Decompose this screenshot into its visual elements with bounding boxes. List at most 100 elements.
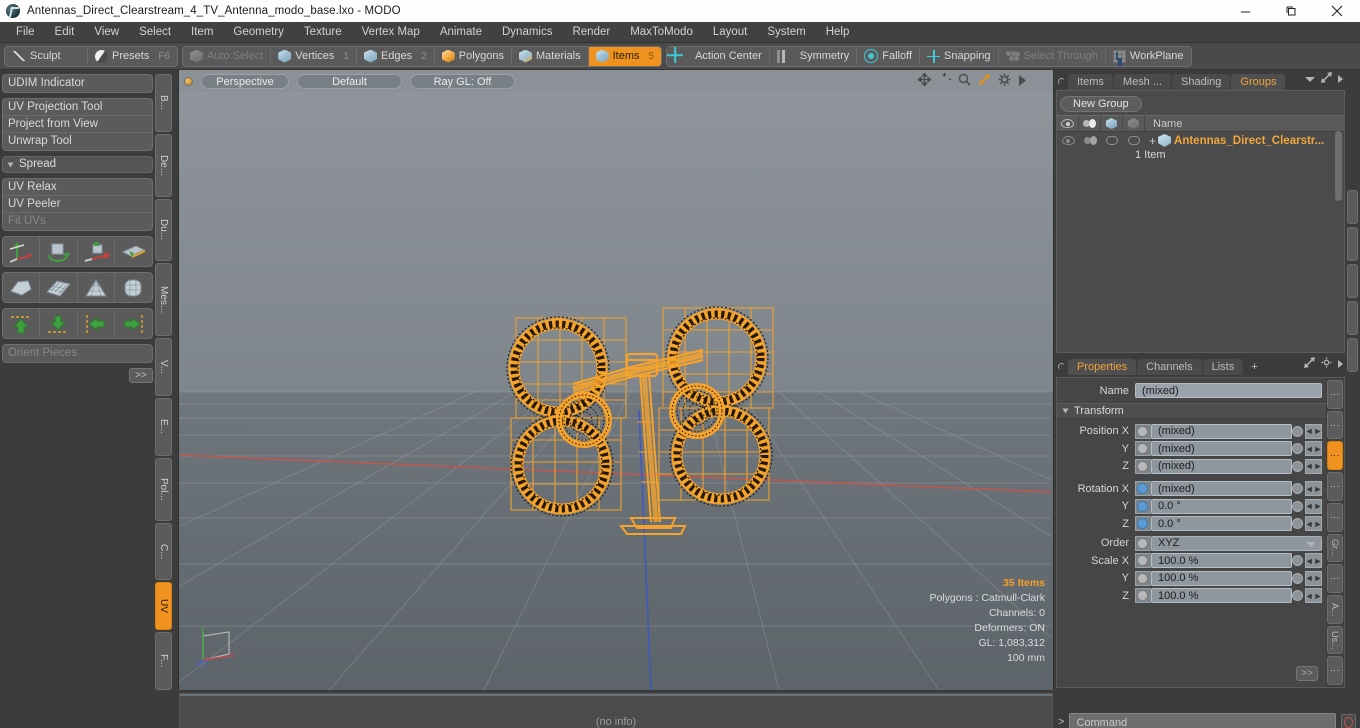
- new-group-button[interactable]: New Group: [1060, 96, 1142, 112]
- add-tab-button[interactable]: +: [1244, 359, 1264, 375]
- transform-section-header[interactable]: Transform: [1057, 402, 1326, 419]
- viewport-shading-mode[interactable]: Default: [297, 73, 402, 89]
- prop-tab-3-active[interactable]: ⋮: [1327, 441, 1343, 471]
- uv-flip-icon[interactable]: [115, 237, 152, 266]
- tab-properties[interactable]: Properties: [1068, 359, 1137, 375]
- scale-x-channel-toggle[interactable]: [1135, 553, 1151, 569]
- chevron-right-icon[interactable]: [1338, 75, 1343, 83]
- sidebar-tab-fur[interactable]: F...: [155, 632, 172, 690]
- position-y-knob[interactable]: [1292, 443, 1303, 455]
- menu-system[interactable]: System: [757, 22, 815, 43]
- rotation-y-knob[interactable]: [1292, 500, 1303, 512]
- polygons-button[interactable]: Polygons: [435, 46, 512, 66]
- align-up-icon[interactable]: [3, 309, 41, 338]
- chevron-right-icon[interactable]: [1338, 360, 1343, 368]
- auto-select-button[interactable]: Auto Select: [183, 46, 272, 66]
- viewport-raygl-toggle[interactable]: Ray GL: Off: [410, 73, 515, 89]
- position-y-input[interactable]: (mixed): [1151, 441, 1292, 457]
- position-y-stepper[interactable]: ◄►: [1305, 441, 1322, 457]
- menu-vertex-map[interactable]: Vertex Map: [352, 22, 430, 43]
- uv-move-icon[interactable]: [3, 237, 41, 266]
- scale-z-stepper[interactable]: ◄►: [1305, 588, 1322, 604]
- order-select[interactable]: XYZ: [1151, 535, 1322, 551]
- name-input[interactable]: (mixed): [1135, 383, 1322, 399]
- uv-scale-icon[interactable]: [78, 237, 115, 266]
- minimize-icon[interactable]: [1222, 0, 1268, 22]
- menu-animate[interactable]: Animate: [430, 22, 492, 43]
- right-edge-tab-5[interactable]: [1347, 338, 1358, 372]
- items-button[interactable]: Items 5: [588, 46, 662, 66]
- menu-texture[interactable]: Texture: [294, 22, 352, 43]
- tab-mesh[interactable]: Mesh ...: [1113, 74, 1172, 90]
- sidebar-tab-basic[interactable]: B...: [155, 74, 172, 132]
- prop-tab-4[interactable]: ⋮: [1327, 472, 1343, 501]
- position-x-channel-toggle[interactable]: [1135, 423, 1151, 439]
- pan-icon[interactable]: [916, 71, 933, 91]
- select-through-button[interactable]: Select Through: [999, 46, 1106, 66]
- expand-panel-icon[interactable]: [1321, 70, 1332, 88]
- order-channel-toggle[interactable]: [1135, 535, 1151, 551]
- gear-icon[interactable]: [998, 73, 1011, 91]
- menu-layout[interactable]: Layout: [703, 22, 758, 43]
- scale-y-knob[interactable]: [1292, 572, 1303, 584]
- scale-x-knob[interactable]: [1292, 555, 1303, 567]
- menu-item[interactable]: Item: [181, 22, 223, 43]
- right-edge-tab-1[interactable]: [1347, 190, 1358, 224]
- panel-menu-icon[interactable]: [1058, 363, 1065, 370]
- left-panel-more-button[interactable]: >>: [129, 368, 153, 383]
- prop-tab-assembly[interactable]: A...: [1327, 594, 1343, 624]
- position-z-channel-toggle[interactable]: [1135, 458, 1151, 474]
- zoom-icon[interactable]: [958, 73, 971, 91]
- scale-y-channel-toggle[interactable]: [1135, 570, 1151, 586]
- symmetry-button[interactable]: Symmetry: [770, 46, 858, 66]
- row-render-toggle[interactable]: [1079, 132, 1101, 149]
- panel-menu-icon[interactable]: [1058, 78, 1065, 85]
- sidebar-tab-duplicate[interactable]: Du...: [155, 198, 172, 262]
- tab-lists[interactable]: Lists: [1202, 359, 1244, 375]
- gear-icon[interactable]: [1321, 355, 1332, 373]
- rotation-y-channel-toggle[interactable]: [1135, 498, 1151, 514]
- spread-section-header[interactable]: Spread: [2, 156, 153, 173]
- presets-button[interactable]: Presets F6: [88, 47, 177, 66]
- position-z-stepper[interactable]: ◄►: [1305, 458, 1322, 474]
- prop-tab-2[interactable]: ⋮: [1327, 410, 1343, 440]
- prop-tab-7[interactable]: ⋮: [1327, 564, 1343, 593]
- rotation-x-stepper[interactable]: ◄►: [1305, 481, 1322, 497]
- position-x-input[interactable]: (mixed): [1151, 423, 1292, 439]
- row-lock-toggle[interactable]: [1101, 132, 1123, 149]
- unwrap-tool-row[interactable]: Unwrap Tool: [3, 133, 152, 150]
- close-icon[interactable]: [1314, 0, 1360, 22]
- viewport-view-mode[interactable]: Perspective: [201, 73, 289, 89]
- scale-x-stepper[interactable]: ◄►: [1305, 553, 1322, 569]
- uv-sphere-icon[interactable]: [115, 273, 152, 302]
- sidebar-tab-deform[interactable]: De...: [155, 133, 172, 197]
- align-down-icon[interactable]: [40, 309, 78, 338]
- record-icon[interactable]: [1341, 713, 1356, 728]
- scale-x-input[interactable]: 100.0 %: [1151, 553, 1292, 569]
- position-z-input[interactable]: (mixed): [1151, 458, 1292, 474]
- chevron-down-icon[interactable]: [1305, 76, 1315, 82]
- align-right-icon[interactable]: [115, 309, 152, 338]
- snapping-button[interactable]: Snapping: [920, 46, 999, 66]
- sculpt-button[interactable]: Sculpt: [5, 46, 89, 66]
- scale-z-knob[interactable]: [1292, 590, 1303, 602]
- tab-channels[interactable]: Channels: [1137, 359, 1202, 375]
- sidebar-tab-edge[interactable]: E...: [155, 397, 172, 456]
- menu-dynamics[interactable]: Dynamics: [492, 22, 562, 43]
- uv-fit-icon[interactable]: [3, 273, 41, 302]
- vertices-button[interactable]: Vertices 1: [271, 46, 357, 66]
- menu-file[interactable]: File: [6, 22, 45, 43]
- uv-relax-row[interactable]: UV Relax: [3, 179, 152, 196]
- rotation-y-input[interactable]: 0.0 °: [1151, 498, 1292, 514]
- prop-tab-5[interactable]: ⋮: [1327, 502, 1343, 532]
- row-visibility-toggle[interactable]: [1057, 132, 1079, 149]
- rotation-x-knob[interactable]: [1292, 483, 1303, 495]
- menu-maxtomodo[interactable]: MaxToModo: [620, 22, 703, 43]
- udim-indicator-row[interactable]: UDIM Indicator: [3, 75, 152, 92]
- groups-scrollbar[interactable]: [1334, 131, 1343, 338]
- position-x-knob[interactable]: [1292, 425, 1303, 437]
- table-row[interactable]: + Antennas_Direct_Clearstr...: [1057, 132, 1344, 149]
- sidebar-tab-polygon[interactable]: Pol...: [155, 457, 172, 521]
- rotation-z-stepper[interactable]: ◄►: [1305, 516, 1322, 532]
- prop-tab-groups[interactable]: Gr...: [1327, 533, 1343, 563]
